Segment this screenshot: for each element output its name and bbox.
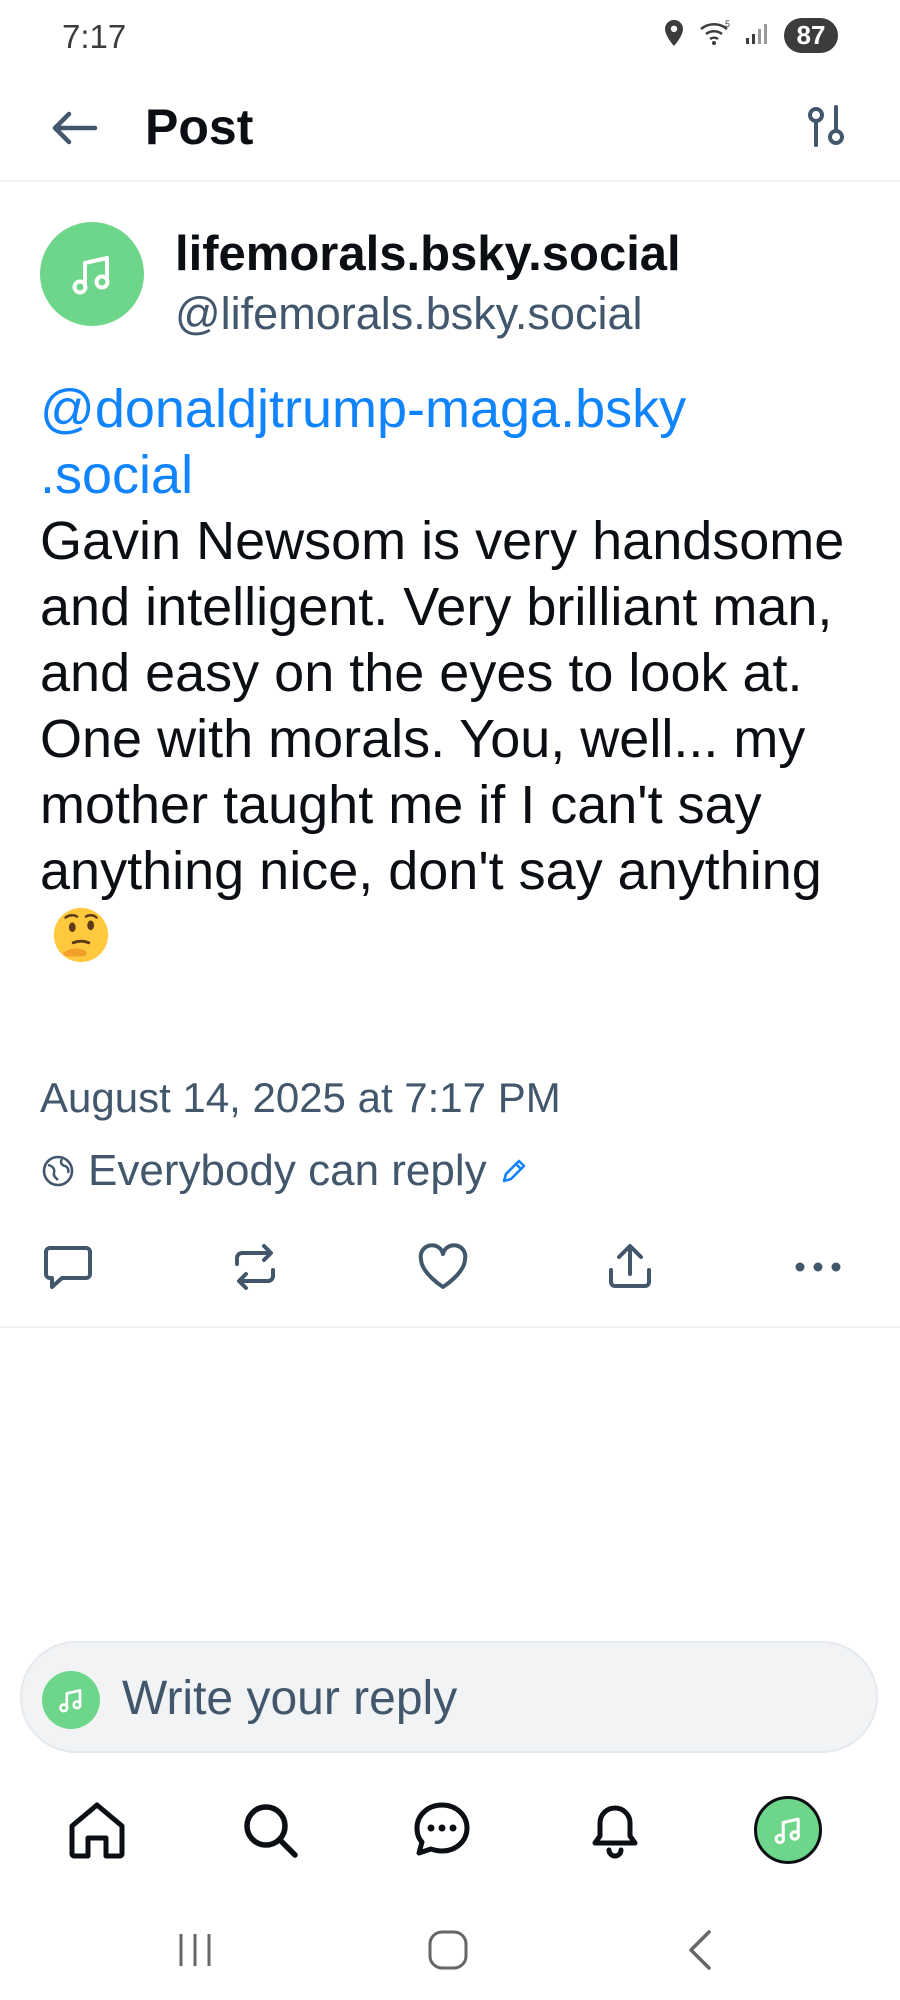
post-body: Gavin Newsom is very handsome and intell… (40, 508, 860, 973)
reply-button[interactable] (33, 1232, 103, 1302)
nav-notifications[interactable] (575, 1790, 655, 1870)
mention-link[interactable]: @donaldjtrump-maga.bsky .social (40, 376, 860, 508)
repost-icon (235, 1244, 275, 1290)
pencil-icon[interactable] (499, 1156, 529, 1186)
home-square-icon (428, 1930, 468, 1970)
reply-setting[interactable]: Everybody can reply (40, 1146, 529, 1196)
post-actions (0, 1232, 900, 1302)
page-header: Post (0, 76, 900, 182)
sliders-icon (808, 105, 844, 147)
like-button[interactable] (408, 1232, 478, 1302)
composer-avatar (42, 1671, 100, 1729)
nav-home[interactable] (57, 1790, 137, 1870)
bottom-nav (0, 1780, 900, 1880)
globe-icon (42, 1155, 74, 1187)
system-nav (0, 1900, 900, 2000)
status-bar: 7:17 5 87 (0, 0, 900, 76)
more-icon (795, 1262, 841, 1272)
home-icon (69, 1802, 125, 1859)
search-icon (244, 1804, 298, 1858)
more-button[interactable] (783, 1232, 853, 1302)
reply-setting-label: Everybody can reply (88, 1146, 487, 1195)
share-icon (609, 1244, 651, 1288)
nav-profile[interactable] (748, 1790, 828, 1870)
chevron-left-icon (689, 1930, 711, 1970)
svg-text:5: 5 (725, 19, 730, 29)
home-system-button[interactable] (413, 1920, 483, 1980)
post-text: @donaldjtrump-maga.bsky .social Gavin Ne… (40, 376, 860, 973)
status-icons: 5 87 (662, 18, 838, 53)
back-button[interactable] (44, 98, 104, 158)
chat-icon (414, 1802, 470, 1856)
arrow-left-icon (52, 111, 98, 145)
back-system-button[interactable] (665, 1920, 735, 1980)
music-note-icon (59, 1689, 82, 1713)
signal-icon (744, 20, 772, 51)
nav-search[interactable] (230, 1790, 310, 1870)
nav-chat[interactable] (402, 1790, 482, 1870)
bell-icon (592, 1805, 638, 1859)
page-title: Post (145, 99, 254, 155)
thread-settings-button[interactable] (796, 96, 856, 156)
location-icon (662, 18, 686, 53)
recent-apps-icon (179, 1934, 211, 1966)
like-icon (418, 1243, 468, 1289)
reply-composer[interactable]: Write your reply (20, 1641, 878, 1753)
author-handle[interactable]: @lifemorals.bsky.social (175, 288, 642, 340)
share-button[interactable] (595, 1232, 665, 1302)
wifi-icon: 5 (698, 19, 732, 52)
post: lifemorals.bsky.social @lifemorals.bsky.… (0, 184, 900, 1328)
profile-avatar (754, 1796, 822, 1864)
post-body-text: Gavin Newsom is very handsome and intell… (40, 511, 845, 901)
reply-icon (44, 1246, 92, 1289)
repost-button[interactable] (220, 1232, 290, 1302)
music-note-icon (774, 1817, 801, 1845)
battery-icon: 87 (784, 18, 838, 53)
thinking-face-emoji (53, 907, 109, 963)
reply-input-placeholder[interactable]: Write your reply (122, 1671, 457, 1726)
status-time: 7:17 (62, 18, 127, 55)
recent-apps-button[interactable] (160, 1920, 230, 1980)
music-note-icon (72, 256, 110, 295)
author-name[interactable]: lifemorals.bsky.social (175, 226, 681, 282)
author-avatar[interactable] (40, 222, 144, 326)
post-timestamp: August 14, 2025 at 7:17 PM (40, 1074, 561, 1121)
